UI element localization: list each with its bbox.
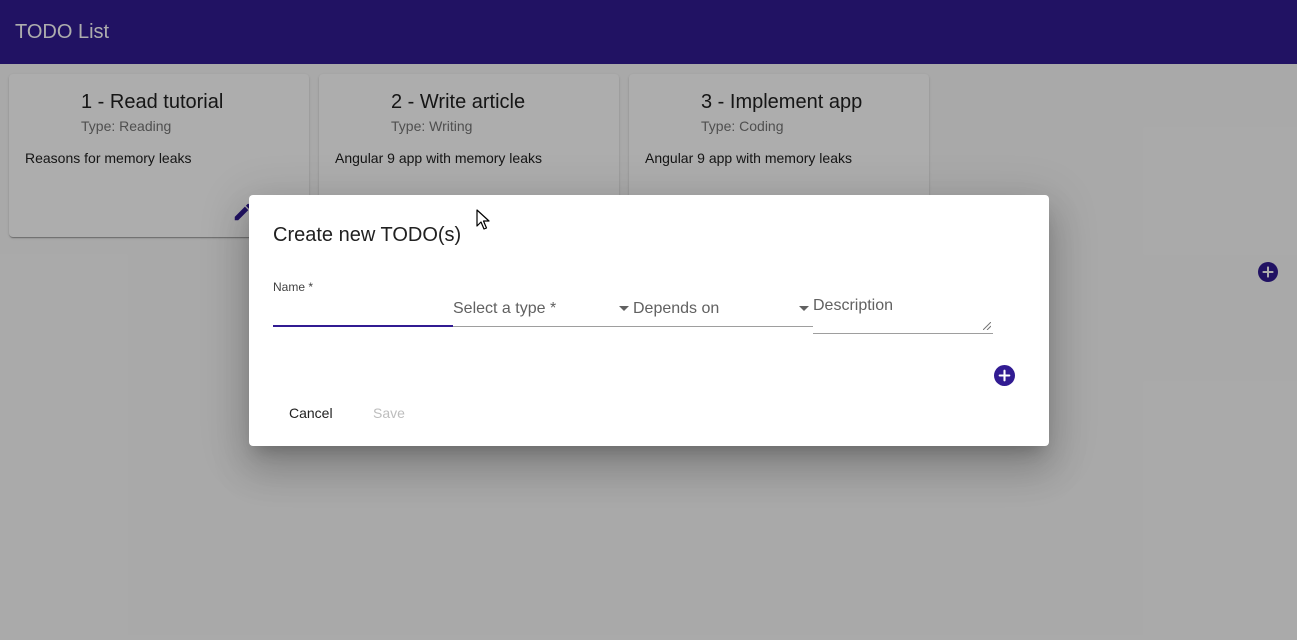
save-button[interactable]: Save <box>373 405 405 421</box>
name-underline <box>273 325 453 327</box>
mouse-pointer-icon <box>476 209 490 230</box>
depends-on-placeholder: Depends on <box>633 300 720 317</box>
description-placeholder: Description <box>813 297 894 314</box>
type-select-placeholder: Select a type * <box>453 300 557 317</box>
resize-handle-icon[interactable] <box>983 322 991 330</box>
type-select[interactable]: Select a type * <box>453 275 633 327</box>
description-field[interactable]: Description <box>813 281 993 334</box>
dropdown-arrow-icon <box>619 306 629 311</box>
add-row-button[interactable] <box>994 365 1015 386</box>
create-todo-dialog: Create new TODO(s) Name * Select a type … <box>249 195 1049 446</box>
name-field: Name * <box>273 275 453 327</box>
depends-on-select[interactable]: Depends on <box>633 275 813 327</box>
description-underline <box>813 333 993 334</box>
name-input[interactable] <box>273 297 453 321</box>
dropdown-arrow-icon <box>799 306 809 311</box>
cancel-button[interactable]: Cancel <box>289 405 333 421</box>
dialog-title: Create new TODO(s) <box>273 224 462 246</box>
name-label: Name * <box>273 280 314 294</box>
depends-on-underline <box>633 326 813 327</box>
type-underline <box>453 326 633 327</box>
